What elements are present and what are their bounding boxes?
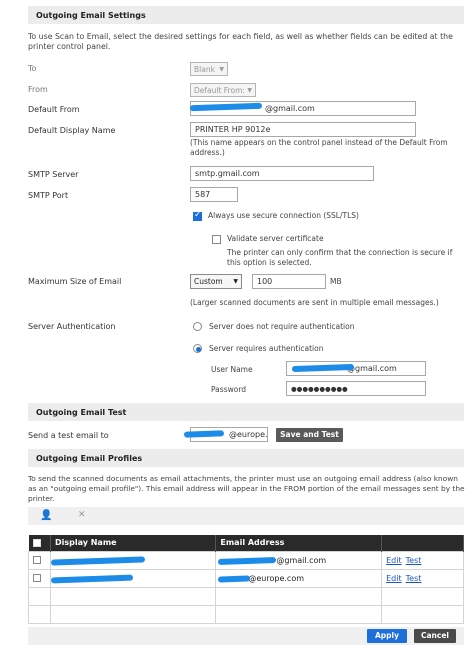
password-label: Password <box>211 385 247 394</box>
row-email: @europe.com <box>215 568 383 588</box>
edit-link[interactable]: Edit <box>386 556 402 565</box>
table-row: @gmail.com Edit Test <box>28 550 464 570</box>
delete-icon[interactable]: ✕ <box>78 510 86 520</box>
row-email: @gmail.com <box>215 550 383 570</box>
smtp-port-input[interactable]: 587 <box>190 187 238 202</box>
chevron-down-icon: ▼ <box>219 66 224 73</box>
test-link[interactable]: Test <box>406 556 422 565</box>
apply-button[interactable]: Apply <box>367 629 407 643</box>
auth-none-label: Server does not require authentication <box>209 322 355 331</box>
cancel-button[interactable]: Cancel <box>414 629 456 643</box>
table-row-empty <box>28 586 464 606</box>
row-display-name <box>49 568 217 588</box>
outgoing-settings-intro: To use Scan to Email, select the desired… <box>28 32 453 51</box>
col-display-name: Display Name <box>50 535 217 551</box>
default-from-label: Default From <box>28 105 80 114</box>
max-size-label: Maximum Size of Email <box>28 277 122 286</box>
password-input[interactable]: ●●●●●●●●●● <box>286 381 426 396</box>
row-checkbox[interactable] <box>33 574 41 582</box>
username-label: User Name <box>211 365 253 374</box>
from-select[interactable]: Default From: ▼ <box>190 83 256 97</box>
smtp-server-label: SMTP Server <box>28 170 79 179</box>
display-name-note: (This name appears on the control panel … <box>190 138 448 157</box>
ssl-label: Always use secure connection (SSL/TLS) <box>208 211 359 220</box>
table-header-row: Display Name Email Address <box>28 535 464 551</box>
col-actions <box>381 535 464 551</box>
display-name-input[interactable]: PRINTER HP 9012e <box>190 122 416 137</box>
row-actions: Edit Test <box>381 550 464 570</box>
redaction-mark <box>50 555 146 566</box>
col-email-address: Email Address <box>215 535 383 551</box>
redaction-mark <box>50 574 134 583</box>
display-name-label: Default Display Name <box>28 126 116 135</box>
row-actions: Edit Test <box>381 568 464 588</box>
chevron-down-icon: ▼ <box>233 278 238 285</box>
auth-required-label: Server requires authentication <box>209 344 324 353</box>
table-row: @europe.com Edit Test <box>28 568 464 588</box>
smtp-port-label: SMTP Port <box>28 191 69 200</box>
max-size-input[interactable]: 100 <box>252 274 326 289</box>
validate-cert-checkbox[interactable] <box>212 235 221 244</box>
from-label: From <box>28 85 48 94</box>
add-profile-icon[interactable]: 👤 <box>40 510 52 521</box>
email-profiles-header: Outgoing Email Profiles <box>28 449 464 467</box>
profiles-table: Display Name Email Address @gmail.com Ed… <box>28 535 464 624</box>
profiles-toolbar: 👤 ✕ <box>28 507 464 525</box>
validate-cert-label: Validate server certificate <box>227 234 324 243</box>
email-profiles-intro: To send the scanned documents as email a… <box>28 474 465 503</box>
row-checkbox[interactable] <box>33 556 41 564</box>
auth-none-radio[interactable] <box>193 322 202 331</box>
save-and-test-button[interactable]: Save and Test <box>276 428 343 442</box>
redaction-mark <box>218 556 277 565</box>
outgoing-settings-header: Outgoing Email Settings <box>28 6 464 24</box>
max-size-note: (Larger scanned documents are sent in mu… <box>190 298 439 307</box>
chevron-down-icon: ▼ <box>247 87 252 94</box>
send-test-label: Send a test email to <box>28 431 109 440</box>
to-select[interactable]: Blank ▼ <box>190 62 228 76</box>
auth-required-radio[interactable] <box>193 344 202 353</box>
smtp-server-input[interactable]: smtp.gmail.com <box>190 166 374 181</box>
email-test-header: Outgoing Email Test <box>28 403 464 421</box>
to-label: To <box>28 64 37 73</box>
edit-link[interactable]: Edit <box>386 574 402 583</box>
max-size-unit: MB <box>330 277 342 286</box>
redaction-mark <box>218 574 251 583</box>
row-display-name <box>49 550 217 570</box>
validate-cert-note: The printer can only confirm that the co… <box>227 248 453 267</box>
ssl-checkbox[interactable] <box>193 210 202 221</box>
select-all-checkbox[interactable] <box>32 538 41 547</box>
test-link[interactable]: Test <box>406 574 422 583</box>
max-size-mode-select[interactable]: Custom ▼ <box>190 274 242 289</box>
table-row-empty <box>28 604 464 624</box>
server-auth-label: Server Authentication <box>28 322 116 331</box>
select-all-cell[interactable] <box>28 535 51 551</box>
